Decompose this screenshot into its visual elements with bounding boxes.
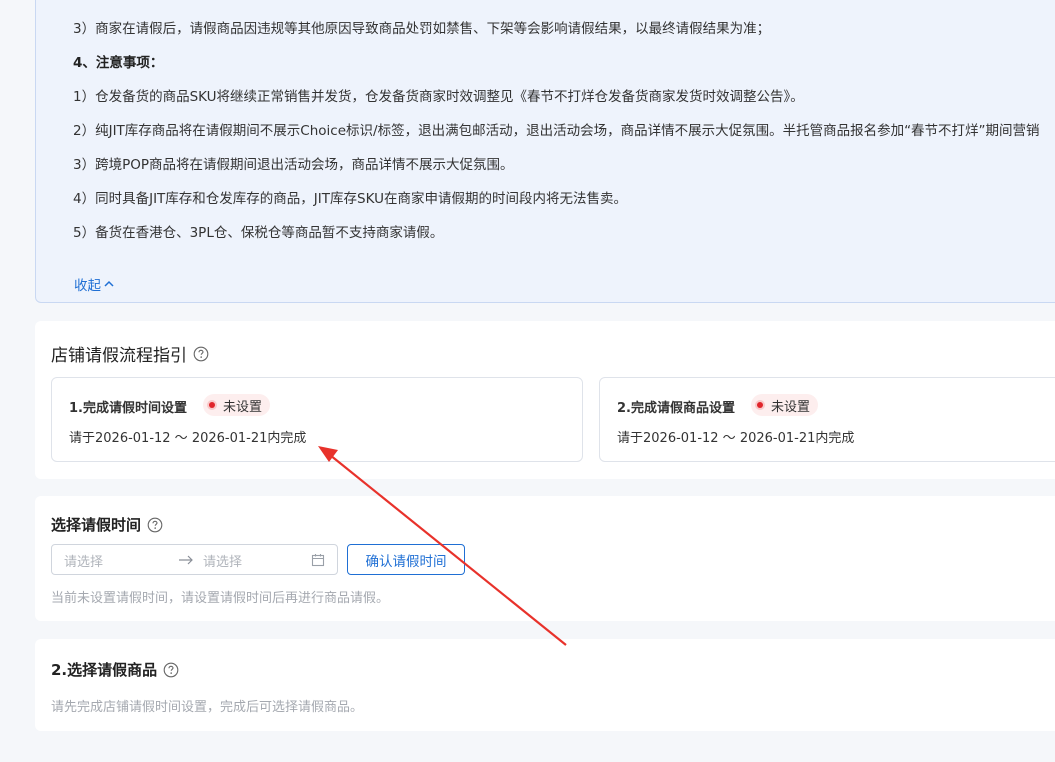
leave-guide-card: 店铺请假流程指引 1.完成请假时间设置 未设置 请于2026-01-12 ～ 2… bbox=[35, 321, 1055, 479]
notice-line: 4）同时具备JIT库存和仓发库存的商品，JIT库存SKU在商家申请假期的时间段内… bbox=[73, 191, 627, 207]
notice-line: 5）备货在香港仓、3PL仓、保税仓等商品暂不支持商家请假。 bbox=[73, 225, 444, 241]
guide-title: 店铺请假流程指引 bbox=[51, 346, 187, 366]
leave-time-card: 选择请假时间 请选择 请选择 确认请假时间 当前未设置请假时间，请设置请假时间后… bbox=[35, 496, 1055, 621]
question-circle-icon[interactable] bbox=[147, 517, 163, 533]
status-text: 未设置 bbox=[771, 399, 811, 415]
notice-section-heading: 4、注意事项： bbox=[73, 55, 164, 71]
time-heading: 选择请假时间 bbox=[51, 514, 163, 535]
status-badge: 未设置 bbox=[751, 394, 819, 416]
notice-panel: 3）商家在请假后，请假商品因违规等其他原因导致商品处罚如禁售、下架等会影响请假结… bbox=[35, 0, 1055, 303]
collapse-label: 收起 bbox=[74, 278, 101, 294]
step-card-time: 1.完成请假时间设置 未设置 请于2026-01-12 ～ 2026-01-21… bbox=[51, 377, 583, 462]
notice-line: 3）跨境POP商品将在请假期间退出活动会场，商品详情不展示大促氛围。 bbox=[73, 157, 514, 173]
start-date-input[interactable]: 请选择 bbox=[64, 551, 103, 570]
goods-hint: 请先完成店铺请假时间设置，完成后可选择请假商品。 bbox=[51, 700, 364, 715]
chevron-up-icon bbox=[104, 280, 114, 287]
step-desc: 请于2026-01-12 ～ 2026-01-21内完成 bbox=[69, 431, 307, 446]
collapse-link[interactable]: 收起 bbox=[74, 274, 115, 294]
guide-heading: 店铺请假流程指引 bbox=[51, 341, 209, 366]
status-text: 未设置 bbox=[223, 399, 263, 415]
notice-line: 1）仓发备货的商品SKU将继续正常销售并发货，仓发备货商家时效调整见《春节不打烊… bbox=[73, 89, 804, 105]
notice-line: 2）纯JIT库存商品将在请假期间不展示Choice标识/标签，退出满包邮活动，退… bbox=[73, 123, 1040, 139]
time-title: 选择请假时间 bbox=[51, 516, 142, 534]
step-title: 1.完成请假时间设置 bbox=[69, 401, 187, 416]
time-hint: 当前未设置请假时间，请设置请假时间后再进行商品请假。 bbox=[51, 591, 390, 606]
goods-heading: 2.选择请假商品 bbox=[51, 659, 179, 680]
status-badge: 未设置 bbox=[203, 394, 271, 416]
confirm-time-button[interactable]: 确认请假时间 bbox=[347, 544, 465, 575]
goods-title: 2.选择请假商品 bbox=[51, 661, 158, 679]
question-circle-icon[interactable] bbox=[163, 662, 179, 678]
arrow-right-icon bbox=[179, 555, 193, 565]
end-date-input[interactable]: 请选择 bbox=[203, 551, 242, 570]
status-dot-icon bbox=[757, 402, 763, 408]
leave-goods-card: 2.选择请假商品 请先完成店铺请假时间设置，完成后可选择请假商品。 bbox=[35, 639, 1055, 731]
step-title: 2.完成请假商品设置 bbox=[617, 401, 735, 416]
status-dot-icon bbox=[209, 402, 215, 408]
question-circle-icon[interactable] bbox=[193, 346, 209, 362]
step-desc: 请于2026-01-12 ～ 2026-01-21内完成 bbox=[617, 431, 855, 446]
calendar-icon[interactable] bbox=[311, 553, 325, 567]
notice-line: 3）商家在请假后，请假商品因违规等其他原因导致商品处罚如禁售、下架等会影响请假结… bbox=[73, 21, 771, 37]
date-range-picker[interactable]: 请选择 请选择 bbox=[51, 544, 338, 575]
step-card-goods: 2.完成请假商品设置 未设置 请于2026-01-12 ～ 2026-01-21… bbox=[599, 377, 1055, 462]
